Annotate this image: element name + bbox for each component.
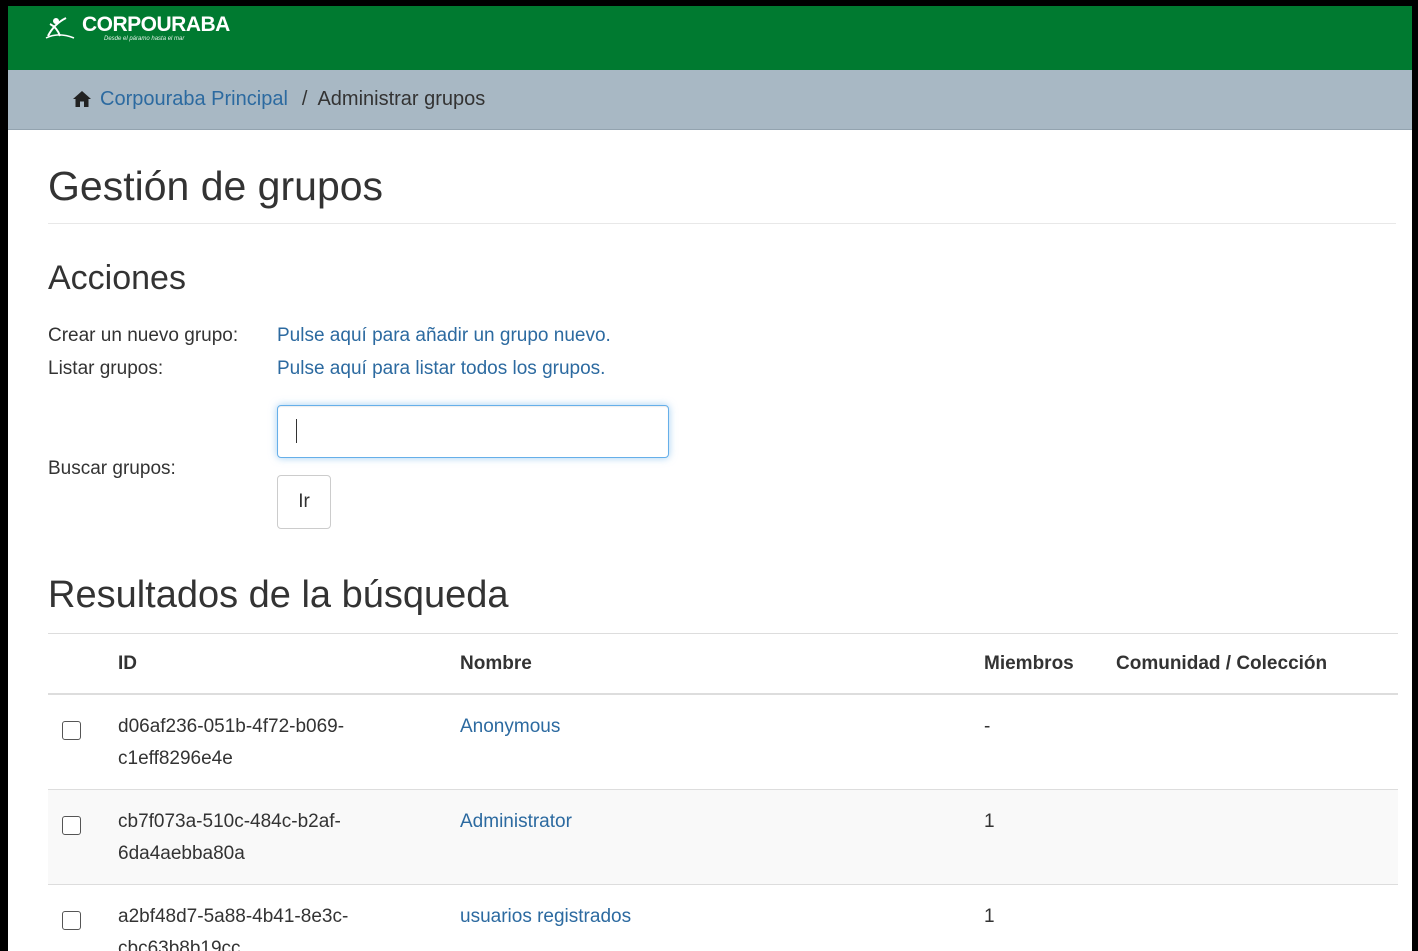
create-group-label: Crear un nuevo grupo: xyxy=(48,325,239,347)
create-group-row: Crear un nuevo grupo: Pulse aquí para añ… xyxy=(48,319,1396,352)
list-groups-label: Listar grupos: xyxy=(48,358,164,380)
go-button[interactable]: Ir xyxy=(277,475,331,530)
breadcrumb-current: Administrar grupos xyxy=(317,88,486,110)
group-id-cell: d06af236-051b-4f72-b069- c1eff8296e4e xyxy=(110,693,452,790)
group-members-cell: - xyxy=(976,693,1108,790)
search-groups-row: Buscar grupos: Ir xyxy=(48,405,1396,530)
column-header-select xyxy=(48,633,110,695)
group-id-line: c1eff8296e4e xyxy=(118,747,233,769)
group-community-cell xyxy=(1108,788,1398,885)
home-icon[interactable] xyxy=(72,90,92,108)
search-groups-label: Buscar grupos: xyxy=(48,458,176,480)
search-groups-input[interactable] xyxy=(277,405,669,459)
table-row: d06af236-051b-4f72-b069- c1eff8296e4e An… xyxy=(48,693,1398,790)
results-table: ID Nombre Miembros Comunidad / Colección… xyxy=(48,633,1398,951)
group-id-line: cbc63b8b19cc xyxy=(118,937,241,951)
column-header-name: Nombre xyxy=(452,633,976,695)
create-group-link[interactable]: Pulse aquí para añadir un grupo nuevo. xyxy=(277,319,611,352)
actions-title: Acciones xyxy=(48,259,186,298)
site-header: CORPOURABA Desde el páramo hasta el mar xyxy=(8,6,1412,70)
table-header-row: ID Nombre Miembros Comunidad / Colección xyxy=(48,633,1398,695)
logo-tagline: Desde el páramo hasta el mar xyxy=(104,36,185,42)
column-header-community: Comunidad / Colección xyxy=(1108,633,1398,695)
group-name-link[interactable]: Administrator xyxy=(460,811,572,832)
list-groups-link[interactable]: Pulse aquí para listar todos los grupos. xyxy=(277,352,605,385)
group-members-cell: 1 xyxy=(976,788,1108,885)
table-row: cb7f073a-510c-484c-b2af- 6da4aebba80a Ad… xyxy=(48,788,1398,885)
row-checkbox[interactable] xyxy=(62,815,81,835)
group-members-cell: 1 xyxy=(976,883,1108,951)
breadcrumb: Corpouraba Principal / Administrar grupo… xyxy=(8,70,1412,130)
group-id-cell: a2bf48d7-5a88-4b41-8e3c- cbc63b8b19cc xyxy=(110,883,452,951)
group-name-link[interactable]: usuarios registrados xyxy=(460,906,631,927)
results-title: Resultados de la búsqueda xyxy=(48,574,509,617)
page-title: Gestión de grupos xyxy=(48,130,1396,225)
group-id-line: 6da4aebba80a xyxy=(118,842,245,864)
column-header-members: Miembros xyxy=(976,633,1108,695)
main-content: Gestión de grupos Acciones Crear un nuev… xyxy=(8,130,1412,951)
group-name-link[interactable]: Anonymous xyxy=(460,716,560,737)
group-id-line: cb7f073a-510c-484c-b2af- xyxy=(118,810,341,832)
group-community-cell xyxy=(1108,693,1398,790)
group-id-cell: cb7f073a-510c-484c-b2af- 6da4aebba80a xyxy=(110,788,452,885)
breadcrumb-home-link[interactable]: Corpouraba Principal xyxy=(100,88,288,111)
column-header-id: ID xyxy=(110,633,452,695)
row-checkbox[interactable] xyxy=(62,720,81,740)
logo-text: CORPOURABA xyxy=(82,13,230,36)
group-id-line: a2bf48d7-5a88-4b41-8e3c- xyxy=(118,905,349,927)
table-row: a2bf48d7-5a88-4b41-8e3c- cbc63b8b19cc us… xyxy=(48,883,1398,951)
group-community-cell xyxy=(1108,883,1398,951)
logo-mark-icon xyxy=(45,17,75,39)
group-id-line: d06af236-051b-4f72-b069- xyxy=(118,715,345,737)
breadcrumb-separator: / xyxy=(301,88,308,110)
browser-page: CORPOURABA Desde el páramo hasta el mar … xyxy=(8,6,1412,951)
row-checkbox[interactable] xyxy=(62,910,81,930)
list-groups-row: Listar grupos: Pulse aquí para listar to… xyxy=(48,352,1396,385)
site-logo[interactable]: CORPOURABA Desde el páramo hasta el mar xyxy=(44,14,230,42)
